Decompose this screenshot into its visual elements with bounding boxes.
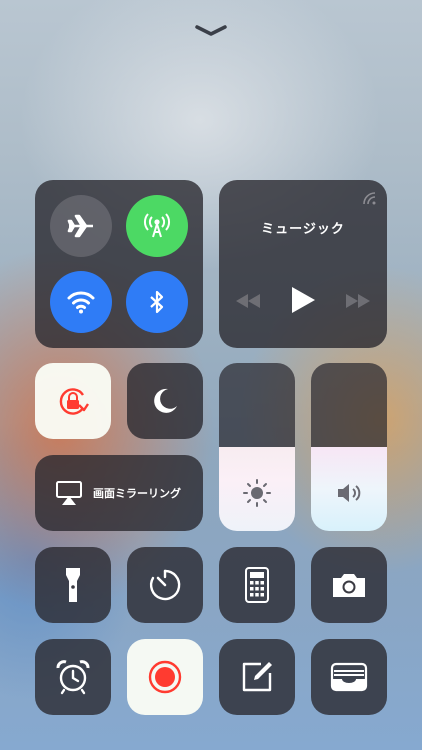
cellular-data-icon xyxy=(144,213,170,238)
flashlight-button[interactable] xyxy=(35,547,111,623)
screen-record-button[interactable] xyxy=(127,639,203,715)
do-not-disturb-button[interactable] xyxy=(127,363,203,439)
camera-icon xyxy=(333,574,365,597)
bluetooth-icon xyxy=(150,290,164,314)
airplane-mode-button[interactable] xyxy=(50,195,112,257)
wallet-button[interactable] xyxy=(311,639,387,715)
alarm-button[interactable] xyxy=(35,639,111,715)
bluetooth-button[interactable] xyxy=(126,271,188,333)
speaker-icon xyxy=(338,484,361,502)
wifi-icon xyxy=(67,291,95,314)
moon-icon xyxy=(154,388,177,413)
brightness-slider[interactable] xyxy=(219,363,295,531)
next-track-icon[interactable] xyxy=(345,293,371,309)
airplay-audio-icon[interactable] xyxy=(361,190,377,206)
camera-button[interactable] xyxy=(311,547,387,623)
screen-record-icon xyxy=(148,660,182,694)
screen-mirroring-label: 画面ミラーリング xyxy=(93,487,181,500)
alarm-clock-icon xyxy=(56,660,90,695)
timer-icon xyxy=(149,569,181,601)
music-module[interactable]: ミュージック xyxy=(219,180,387,348)
play-icon[interactable] xyxy=(289,285,317,315)
calculator-icon xyxy=(245,567,269,603)
now-playing-title: ミュージック xyxy=(261,222,345,237)
timer-button[interactable] xyxy=(127,547,203,623)
calculator-button[interactable] xyxy=(219,547,295,623)
previous-track-icon[interactable] xyxy=(235,293,261,309)
rotation-lock-button[interactable] xyxy=(35,363,111,439)
volume-track xyxy=(311,363,387,447)
connectivity-module xyxy=(35,180,203,348)
rotation-lock-icon xyxy=(59,388,89,415)
flashlight-icon xyxy=(66,568,80,602)
airplane-icon xyxy=(67,214,93,238)
cellular-data-button[interactable] xyxy=(126,195,188,257)
sun-icon xyxy=(243,479,271,507)
wallet-icon xyxy=(330,662,368,692)
chevron-down-icon[interactable] xyxy=(193,22,229,40)
screen-mirroring-icon xyxy=(56,481,82,505)
notes-button[interactable] xyxy=(219,639,295,715)
screen-mirroring-button[interactable]: 画面ミラーリング xyxy=(35,455,203,531)
brightness-track xyxy=(219,363,295,447)
notes-icon xyxy=(242,662,272,692)
volume-slider[interactable] xyxy=(311,363,387,531)
wifi-button[interactable] xyxy=(50,271,112,333)
